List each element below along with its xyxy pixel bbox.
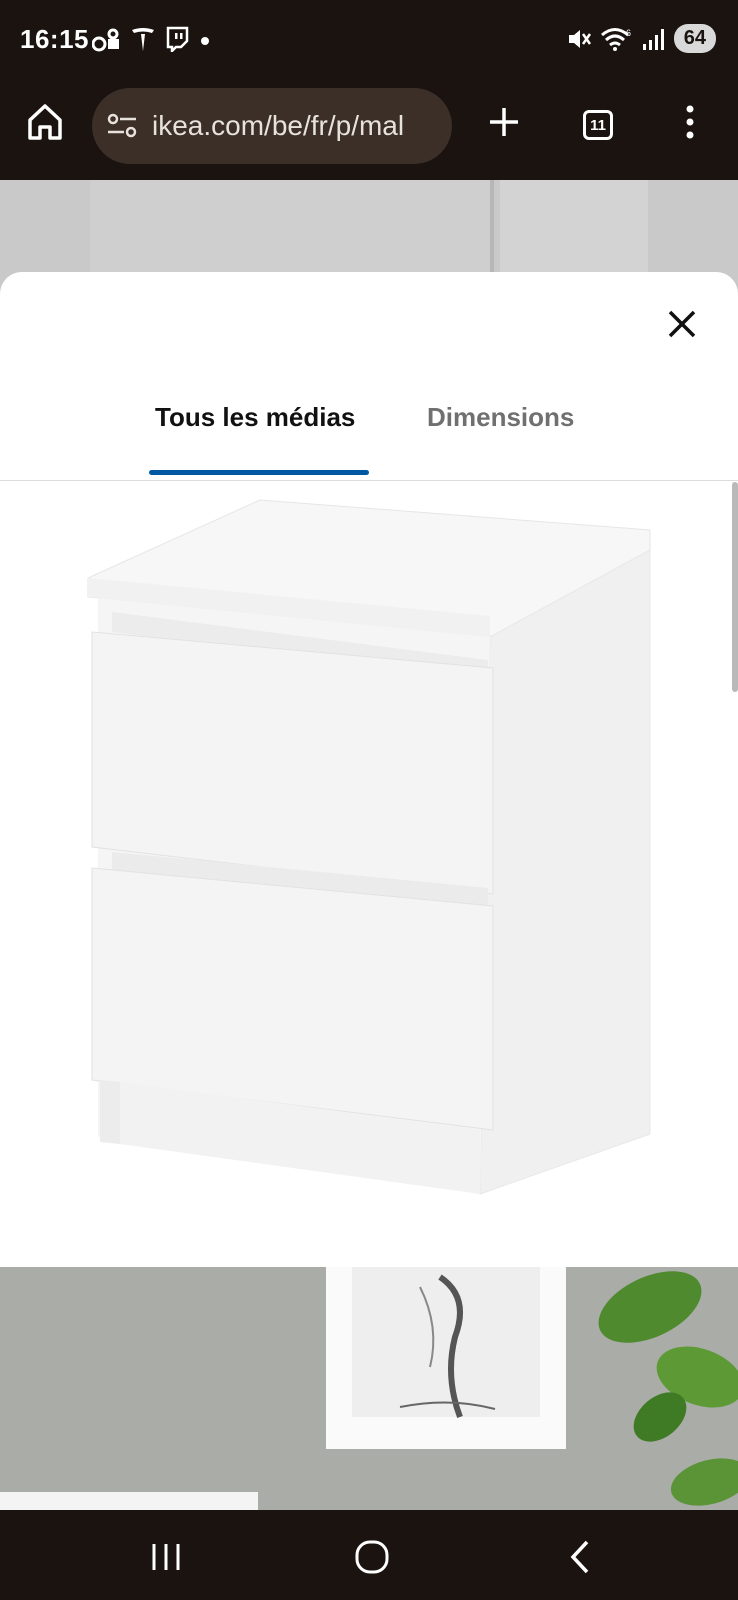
browser-toolbar: ikea.com/be/fr/p/mal 11 xyxy=(0,84,738,180)
lifestyle-image[interactable] xyxy=(0,1267,738,1510)
url-text[interactable]: ikea.com/be/fr/p/mal xyxy=(152,110,442,142)
mute-icon xyxy=(568,29,591,48)
svg-text:6: 6 xyxy=(626,28,631,38)
more-menu-icon[interactable] xyxy=(680,102,700,142)
dot-icon xyxy=(201,37,209,45)
home-circle-icon xyxy=(355,1540,389,1574)
wifi-icon: 6 xyxy=(600,28,631,51)
address-bar[interactable]: ikea.com/be/fr/p/mal xyxy=(92,88,452,164)
notification-icons xyxy=(92,26,212,52)
back-chevron-icon xyxy=(570,1540,589,1574)
system-navigation-bar xyxy=(0,1510,738,1600)
tabs-divider xyxy=(0,480,738,481)
recent-apps-icon xyxy=(152,1544,180,1570)
status-bar: 16:15 6 64 xyxy=(0,0,738,84)
site-settings-icon[interactable] xyxy=(106,111,138,141)
tesla-icon xyxy=(132,28,154,51)
battery-icon: 64 xyxy=(673,24,716,53)
close-icon[interactable] xyxy=(664,306,700,342)
tab-all-media[interactable]: Tous les médias xyxy=(149,392,361,453)
active-tab-indicator xyxy=(149,470,369,475)
home-button[interactable] xyxy=(342,1532,402,1582)
bike-lock-icon xyxy=(92,28,119,52)
signal-icon xyxy=(642,28,664,50)
media-tabs: Tous les médias Dimensions xyxy=(0,392,738,452)
recent-apps-button[interactable] xyxy=(136,1532,196,1582)
tab-switcher-icon[interactable]: 11 xyxy=(583,110,613,140)
home-icon[interactable] xyxy=(26,102,64,142)
media-modal: Tous les médias Dimensions xyxy=(0,272,738,1510)
system-status-icons: 6 64 xyxy=(566,24,716,53)
tab-dimensions[interactable]: Dimensions xyxy=(421,392,580,453)
status-time: 16:15 xyxy=(20,24,89,54)
lifestyle-photo xyxy=(0,1267,738,1510)
new-tab-icon[interactable] xyxy=(486,104,522,140)
product-image[interactable] xyxy=(0,482,738,1252)
twitch-icon xyxy=(166,26,189,52)
back-button[interactable] xyxy=(550,1532,610,1582)
